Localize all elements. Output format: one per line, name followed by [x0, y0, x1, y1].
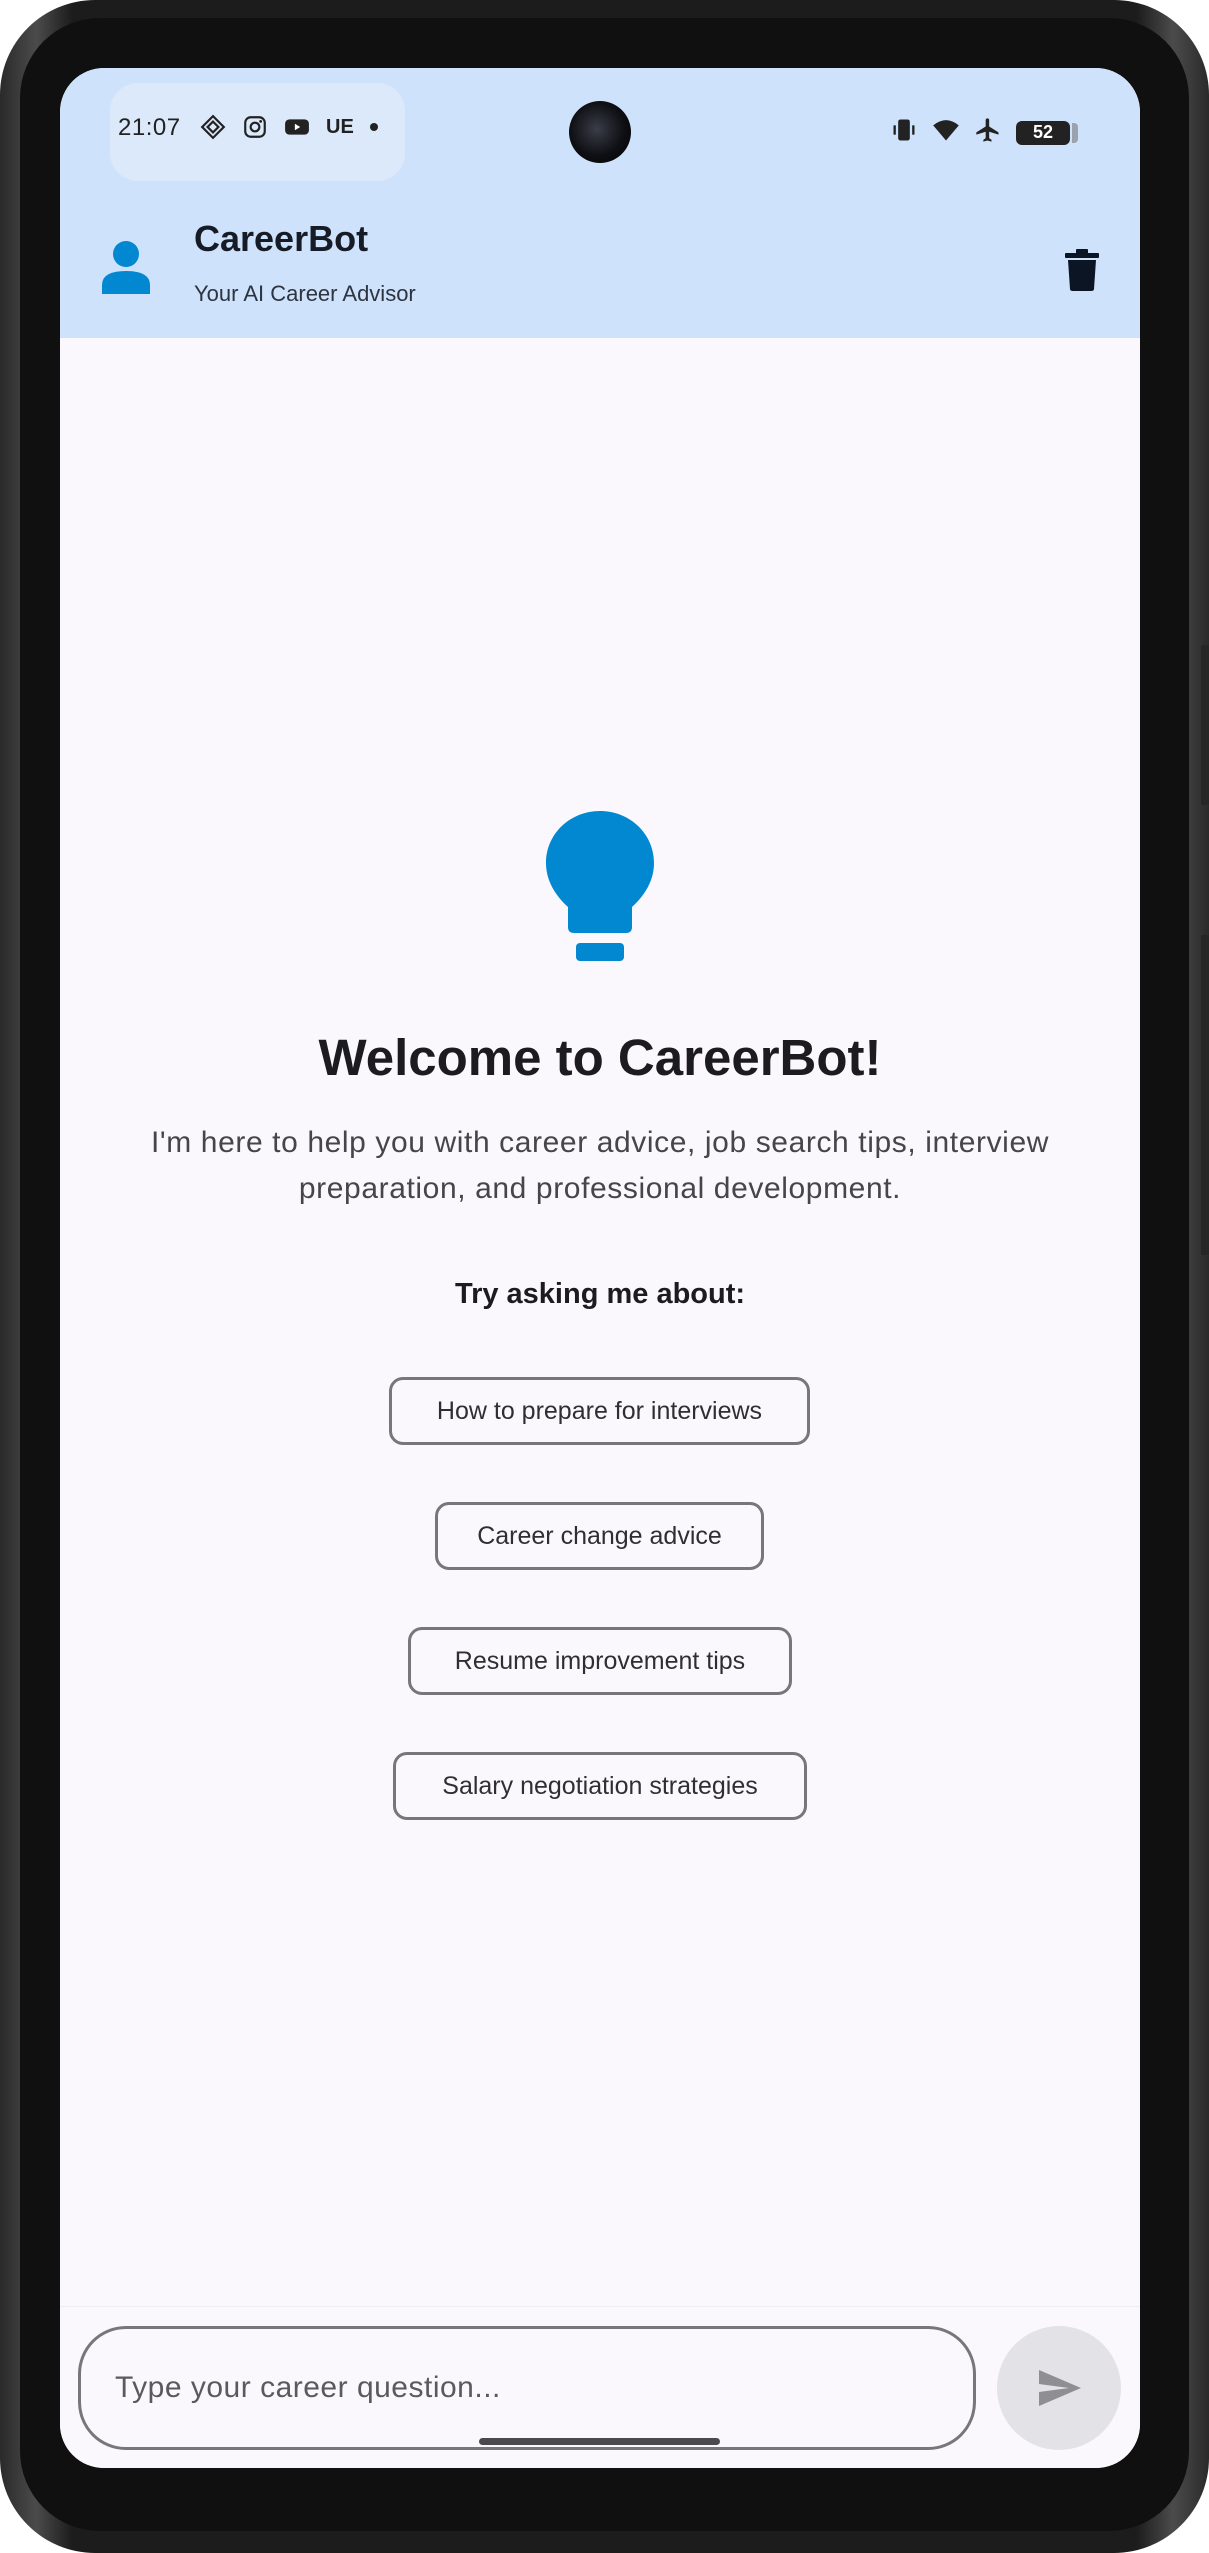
- trash-icon: [1065, 249, 1099, 291]
- lightbulb-icon: [546, 811, 654, 961]
- phone-frame: 21:07 UE 52 CareerBot Your AI Career Adv…: [0, 0, 1209, 2553]
- volume-button: [1201, 935, 1209, 1255]
- suggestion-chip-resume[interactable]: Resume improvement tips: [408, 1627, 792, 1695]
- app-subtitle: Your AI Career Advisor: [194, 281, 416, 306]
- app-title: CareerBot: [194, 218, 369, 259]
- app-screen: 21:07 UE 52 CareerBot Your AI Career Adv…: [60, 68, 1140, 2468]
- welcome-heading: Welcome to CareerBot!: [318, 1029, 882, 1086]
- person-icon: [102, 241, 150, 294]
- status-time: 21:07: [118, 114, 181, 141]
- suggestion-chip-career-change[interactable]: Career change advice: [435, 1502, 764, 1570]
- suggestion-chip-salary[interactable]: Salary negotiation strategies: [393, 1752, 807, 1820]
- welcome-description: I'm here to help you with career advice,…: [151, 1126, 1049, 1205]
- more-notifications-dot: [369, 123, 378, 131]
- battery-icon: 52: [1016, 120, 1078, 145]
- wifi-icon: [932, 116, 960, 149]
- suggestions-label: Try asking me about:: [454, 1278, 746, 1310]
- carrier-badge: UE: [326, 115, 354, 138]
- youtube-icon: [284, 114, 310, 140]
- status-notification-icons: UE: [200, 114, 378, 140]
- vibrate-icon: [890, 116, 918, 149]
- message-input[interactable]: [78, 2326, 976, 2450]
- instagram-icon: [242, 114, 268, 140]
- clear-chat-button[interactable]: [1050, 238, 1114, 302]
- home-indicator[interactable]: [479, 2438, 720, 2445]
- power-button: [1201, 645, 1209, 805]
- airplane-icon: [974, 116, 1002, 149]
- front-camera: [569, 101, 631, 163]
- suggestion-chip-interviews[interactable]: How to prepare for interviews: [389, 1377, 810, 1445]
- send-icon: [1039, 2370, 1081, 2406]
- status-system-icons: 52: [890, 116, 1078, 149]
- sync-icon: [200, 114, 226, 140]
- send-button[interactable]: [997, 2326, 1121, 2450]
